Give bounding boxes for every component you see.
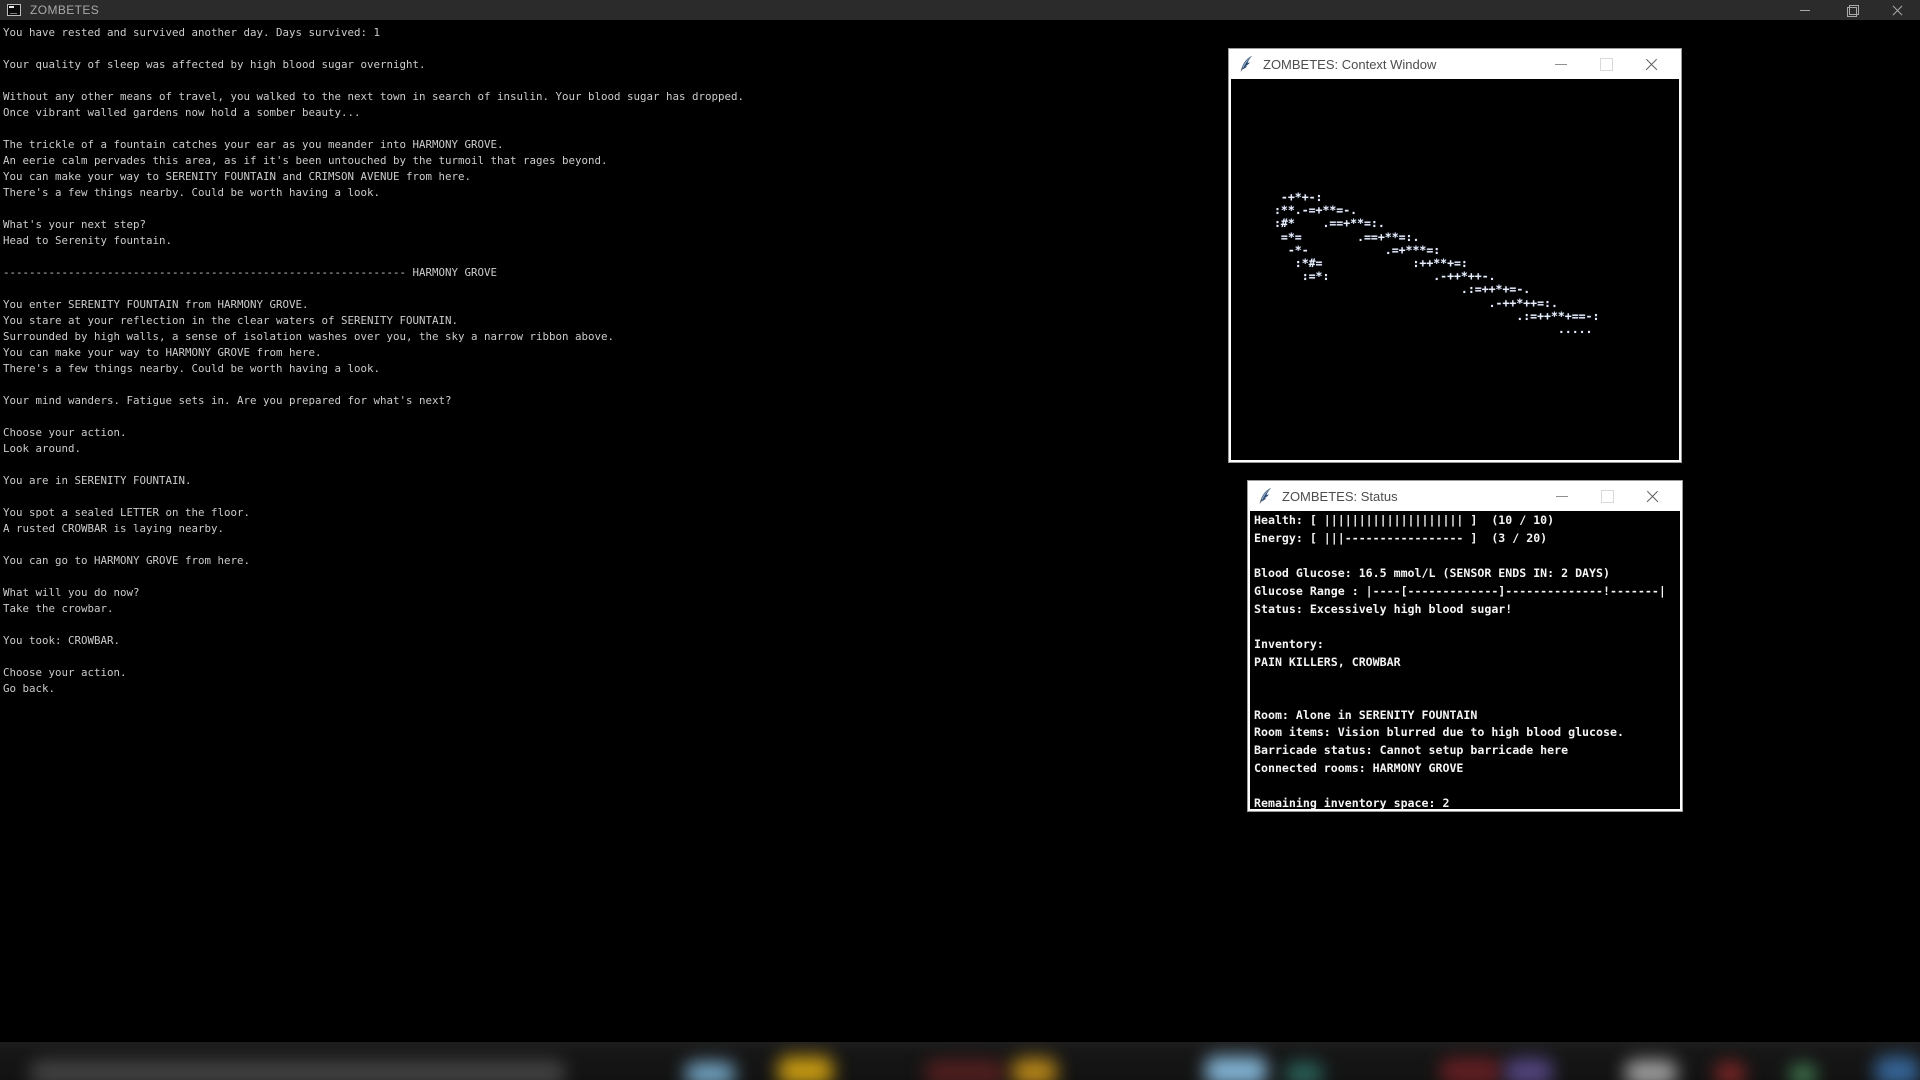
- status-canvas: Health: [ |||||||||||||||||||| ] (10 / 1…: [1250, 511, 1680, 809]
- status-window-titlebar[interactable]: ZOMBETES: Status: [1248, 481, 1682, 511]
- status-window-controls: [1547, 481, 1682, 511]
- taskbar-app-blob[interactable]: [30, 1060, 565, 1080]
- taskbar-app-blob[interactable]: [1285, 1062, 1323, 1080]
- close-x-glyph: [1645, 58, 1658, 71]
- context-window-title: ZOMBETES: Context Window: [1263, 57, 1436, 72]
- taskbar-app-blob[interactable]: [1205, 1056, 1267, 1080]
- context-window: ZOMBETES: Context Window -+*+-: :**.-=+*…: [1228, 48, 1682, 463]
- terminal-output: You have rested and survived another day…: [0, 20, 744, 697]
- taskbar-app-blob[interactable]: [1715, 1062, 1745, 1080]
- taskbar-app-blob[interactable]: [1012, 1058, 1057, 1080]
- minimize-icon[interactable]: [1547, 481, 1577, 511]
- taskbar-app-blob[interactable]: [778, 1056, 833, 1080]
- main-window-title: ZOMBETES: [30, 3, 99, 17]
- taskbar-app-blob[interactable]: [1875, 1056, 1920, 1080]
- console-app-icon: [7, 4, 21, 16]
- feather-icon: [1258, 487, 1273, 505]
- close-x-glyph: [1646, 490, 1659, 503]
- taskbar-app-blob[interactable]: [1505, 1058, 1553, 1080]
- taskbar[interactable]: [0, 1042, 1920, 1080]
- context-window-titlebar[interactable]: ZOMBETES: Context Window: [1229, 49, 1681, 79]
- taskbar-app-blob[interactable]: [1625, 1060, 1677, 1080]
- maximize-icon[interactable]: [1592, 481, 1622, 511]
- context-canvas: -+*+-: :**.-=+**=-. :#* .==+**=:. =*= .=…: [1231, 79, 1679, 460]
- minimize-icon[interactable]: [1782, 0, 1828, 20]
- restore-icon[interactable]: [1828, 0, 1874, 20]
- taskbar-app-blob[interactable]: [1790, 1064, 1816, 1080]
- taskbar-app-blob[interactable]: [925, 1060, 1005, 1080]
- main-window-controls: [1782, 0, 1920, 20]
- feather-icon: [1239, 55, 1254, 73]
- close-icon[interactable]: [1636, 49, 1666, 79]
- main-window-titlebar[interactable]: ZOMBETES: [0, 0, 1920, 20]
- context-window-controls: [1546, 49, 1681, 79]
- status-readout: Health: [ |||||||||||||||||||| ] (10 / 1…: [1250, 511, 1680, 809]
- taskbar-app-blob[interactable]: [1440, 1058, 1502, 1080]
- minimize-icon[interactable]: [1546, 49, 1576, 79]
- ascii-art-crowbar: -+*+-: :**.-=+**=-. :#* .==+**=:. =*= .=…: [1231, 79, 1679, 336]
- close-x-glyph: [1892, 5, 1903, 16]
- status-window: ZOMBETES: Status Health: [ |||||||||||||…: [1247, 480, 1683, 812]
- close-icon[interactable]: [1637, 481, 1667, 511]
- maximize-icon[interactable]: [1591, 49, 1621, 79]
- taskbar-app-blob[interactable]: [685, 1062, 735, 1080]
- close-icon[interactable]: [1874, 0, 1920, 20]
- status-window-title: ZOMBETES: Status: [1282, 489, 1398, 504]
